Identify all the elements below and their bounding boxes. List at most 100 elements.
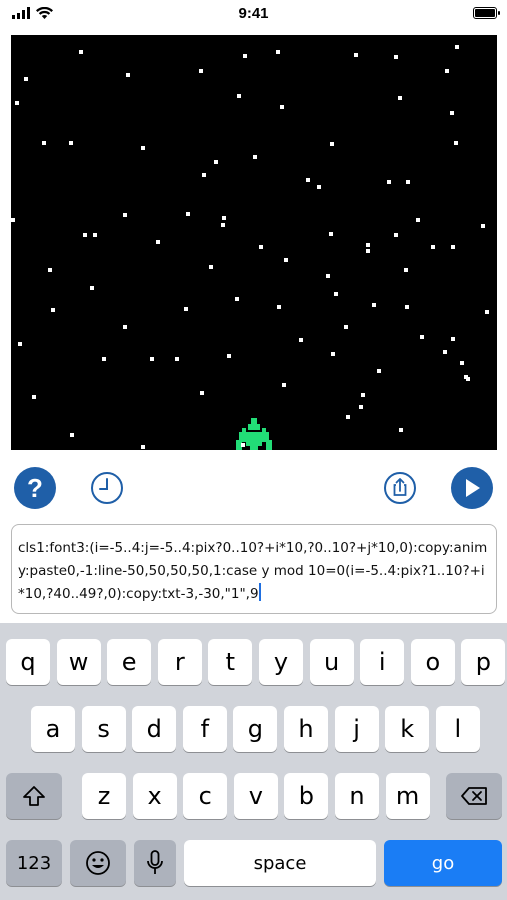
share-icon — [384, 472, 416, 504]
battery-icon — [473, 7, 500, 19]
star-pixel — [214, 160, 218, 164]
star-pixel — [445, 69, 449, 73]
star-pixel — [70, 433, 74, 437]
star-pixel — [277, 305, 281, 309]
key-b[interactable]: b — [284, 773, 329, 819]
star-pixel — [284, 258, 288, 262]
key-n[interactable]: n — [335, 773, 379, 819]
microphone-key[interactable] — [134, 840, 176, 886]
star-pixel — [15, 101, 19, 105]
key-z[interactable]: z — [82, 773, 126, 819]
shift-key[interactable] — [6, 773, 62, 819]
keyboard: 123 space go qwertyuiop asdfghjkl zxcvbnm — [0, 623, 507, 900]
numbers-key[interactable]: 123 — [6, 840, 62, 886]
star-pixel — [406, 180, 410, 184]
key-r[interactable]: r — [157, 639, 202, 685]
star-pixel — [282, 383, 286, 387]
game-canvas[interactable] — [11, 35, 497, 450]
star-pixel — [69, 141, 73, 145]
star-pixel — [387, 180, 391, 184]
star-pixel — [359, 405, 363, 409]
star-pixel — [451, 245, 455, 249]
star-pixel — [331, 352, 335, 356]
star-pixel — [377, 369, 381, 373]
star-pixel — [237, 94, 241, 98]
star-pixel — [280, 105, 284, 109]
key-v[interactable]: v — [233, 773, 278, 819]
key-s[interactable]: s — [81, 706, 126, 752]
backspace-key[interactable] — [446, 773, 502, 819]
star-pixel — [306, 178, 310, 182]
key-f[interactable]: f — [182, 706, 227, 752]
toolbar: ? — [0, 462, 507, 514]
key-h[interactable]: h — [284, 706, 328, 752]
run-button[interactable] — [451, 467, 493, 509]
key-o[interactable]: o — [410, 639, 455, 685]
key-i[interactable]: i — [360, 639, 405, 685]
key-y[interactable]: y — [259, 639, 303, 685]
key-a[interactable]: a — [31, 706, 75, 752]
star-pixel — [175, 357, 179, 361]
star-pixel — [431, 245, 435, 249]
star-pixel — [141, 146, 145, 150]
star-pixel — [443, 350, 447, 354]
help-button[interactable]: ? — [14, 467, 56, 509]
star-pixel — [405, 305, 409, 309]
star-pixel — [102, 357, 106, 361]
key-m[interactable]: m — [385, 773, 430, 819]
star-pixel — [202, 173, 206, 177]
star-pixel — [394, 233, 398, 237]
play-icon — [466, 479, 480, 497]
key-u[interactable]: u — [309, 639, 354, 685]
history-button[interactable] — [88, 469, 126, 507]
emoji-key[interactable] — [70, 840, 126, 886]
star-pixel — [399, 428, 403, 432]
emoji-icon — [86, 851, 110, 875]
share-button[interactable] — [381, 469, 419, 507]
space-key[interactable]: space — [184, 840, 376, 886]
key-j[interactable]: j — [334, 706, 379, 752]
help-label: ? — [27, 472, 43, 503]
star-pixel — [32, 395, 36, 399]
star-pixel — [398, 96, 402, 100]
star-pixel — [126, 73, 130, 77]
star-pixel — [235, 297, 239, 301]
star-pixel — [372, 303, 376, 307]
key-k[interactable]: k — [385, 706, 430, 752]
key-t[interactable]: t — [208, 639, 253, 685]
status-time: 9:41 — [238, 5, 269, 22]
code-editor[interactable]: cls1:font3:(i=-5..4:j=-5..4:pix?0..10?+i… — [11, 524, 497, 614]
backspace-icon — [461, 787, 487, 805]
text-cursor — [258, 583, 261, 601]
status-bar: 9:41 — [0, 0, 507, 30]
star-pixel — [123, 325, 127, 329]
star-pixel — [241, 443, 245, 447]
key-d[interactable]: d — [132, 706, 177, 752]
star-pixel — [83, 233, 87, 237]
key-e[interactable]: e — [107, 639, 152, 685]
go-key[interactable]: go — [384, 840, 502, 886]
star-pixel — [455, 45, 459, 49]
key-q[interactable]: q — [6, 639, 50, 685]
key-g[interactable]: g — [233, 706, 278, 752]
star-pixel — [344, 325, 348, 329]
star-pixel — [42, 141, 46, 145]
star-pixel — [354, 53, 358, 57]
star-pixel — [460, 361, 464, 365]
star-pixel — [199, 69, 203, 73]
star-pixel — [326, 274, 330, 278]
star-pixel — [329, 232, 333, 236]
key-x[interactable]: x — [132, 773, 177, 819]
key-p[interactable]: p — [461, 639, 506, 685]
key-c[interactable]: c — [183, 773, 228, 819]
code-text: cls1:font3:(i=-5..4:j=-5..4:pix?0..10?+i… — [18, 540, 488, 602]
star-pixel — [276, 50, 280, 54]
star-pixel — [317, 185, 321, 189]
key-l[interactable]: l — [435, 706, 480, 752]
star-pixel — [227, 354, 231, 358]
star-pixel — [51, 308, 55, 312]
space-key-label: space — [253, 852, 307, 874]
star-pixel — [200, 391, 204, 395]
clock-icon — [91, 472, 123, 504]
key-w[interactable]: w — [56, 639, 101, 685]
